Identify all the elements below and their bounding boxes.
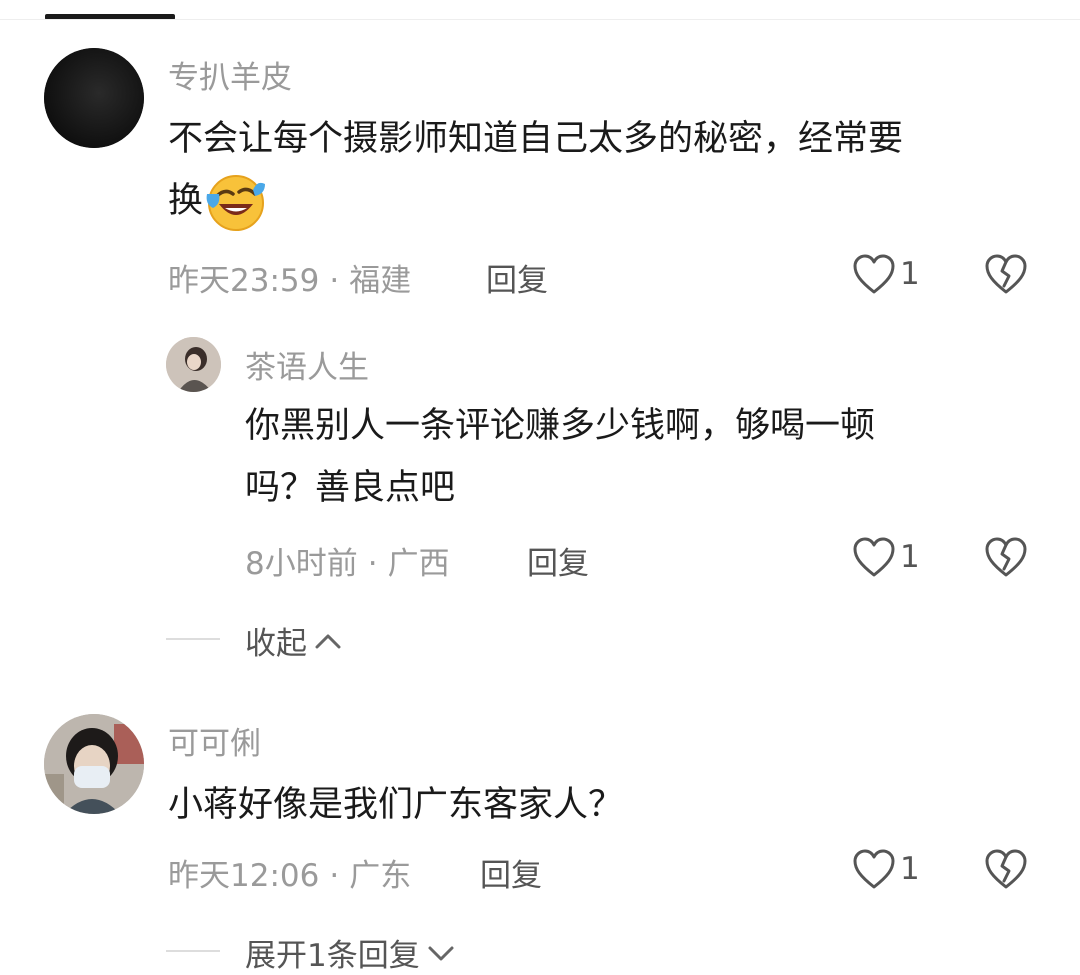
comment-author[interactable]: 可可俐 xyxy=(168,718,261,763)
comment-author[interactable]: 专扒羊皮 xyxy=(168,52,292,97)
comment-meta: 昨天12:06 · 广东 xyxy=(168,850,411,895)
comment-location: 福建 xyxy=(349,263,412,299)
comment-text: 不会让每个摄影师知道自己太多的秘密，经常要 换 xyxy=(168,108,1048,232)
separator-dot: · xyxy=(329,858,340,894)
dislike-button[interactable] xyxy=(984,848,1028,894)
comment-text-line: 换 xyxy=(168,181,204,221)
reply-button[interactable]: 回复 xyxy=(527,538,589,583)
chevron-up-icon xyxy=(315,634,341,648)
reply-button[interactable]: 回复 xyxy=(480,850,542,895)
dislike-button[interactable] xyxy=(984,253,1028,299)
broken-heart-icon xyxy=(985,254,1027,294)
fold-divider xyxy=(166,638,220,640)
heart-outline-icon xyxy=(853,254,895,294)
reply-time: 8小时前 xyxy=(245,546,358,582)
like-count: 1 xyxy=(900,851,920,887)
separator-dot: · xyxy=(329,263,340,299)
reply-meta: 8小时前 · 广西 xyxy=(245,538,450,583)
broken-heart-icon xyxy=(985,849,1027,889)
expand-label: 展开1条回复 xyxy=(245,938,420,974)
comment-time: 昨天23:59 xyxy=(168,263,320,299)
expand-replies-button[interactable]: 展开1条回复 xyxy=(245,930,456,975)
separator-dot: · xyxy=(367,546,378,582)
comment-text-line: 小蒋好像是我们广东客家人？ xyxy=(168,785,624,825)
divider xyxy=(0,19,1080,20)
reply-text-line: 吗？善良点吧 xyxy=(245,468,456,508)
avatar[interactable] xyxy=(44,48,144,148)
comment-text-line: 不会让每个摄影师知道自己太多的秘密，经常要 xyxy=(168,119,904,159)
reply-text-line: 你黑别人一条评论赚多少钱啊，够喝一顿 xyxy=(245,406,876,446)
heart-outline-icon xyxy=(853,849,895,889)
comment-text: 小蒋好像是我们广东客家人？ xyxy=(168,774,1048,836)
avatar[interactable] xyxy=(44,714,144,814)
like-button[interactable]: 1 xyxy=(852,536,920,578)
comment-meta: 昨天23:59 · 福建 xyxy=(168,255,411,300)
like-count: 1 xyxy=(900,256,920,292)
comment-time: 昨天12:06 xyxy=(168,858,320,894)
heart-outline-icon xyxy=(853,537,895,577)
reply-location: 广西 xyxy=(387,546,450,582)
fold-divider xyxy=(166,950,220,952)
like-button[interactable]: 1 xyxy=(852,848,920,890)
reply-author[interactable]: 茶语人生 xyxy=(245,342,369,387)
collapse-replies-button[interactable]: 收起 xyxy=(245,618,343,663)
reply-text: 你黑别人一条评论赚多少钱啊，够喝一顿 吗？善良点吧 xyxy=(245,395,1045,519)
like-count: 1 xyxy=(900,539,920,575)
reply-button[interactable]: 回复 xyxy=(486,255,548,300)
avatar[interactable] xyxy=(166,337,221,392)
chevron-down-icon xyxy=(428,946,454,960)
broken-heart-icon xyxy=(985,537,1027,577)
like-button[interactable]: 1 xyxy=(852,253,920,295)
dislike-button[interactable] xyxy=(984,536,1028,582)
comment-location: 广东 xyxy=(349,858,412,894)
collapse-label: 收起 xyxy=(245,626,307,662)
crying-laughing-emoji xyxy=(203,170,266,232)
